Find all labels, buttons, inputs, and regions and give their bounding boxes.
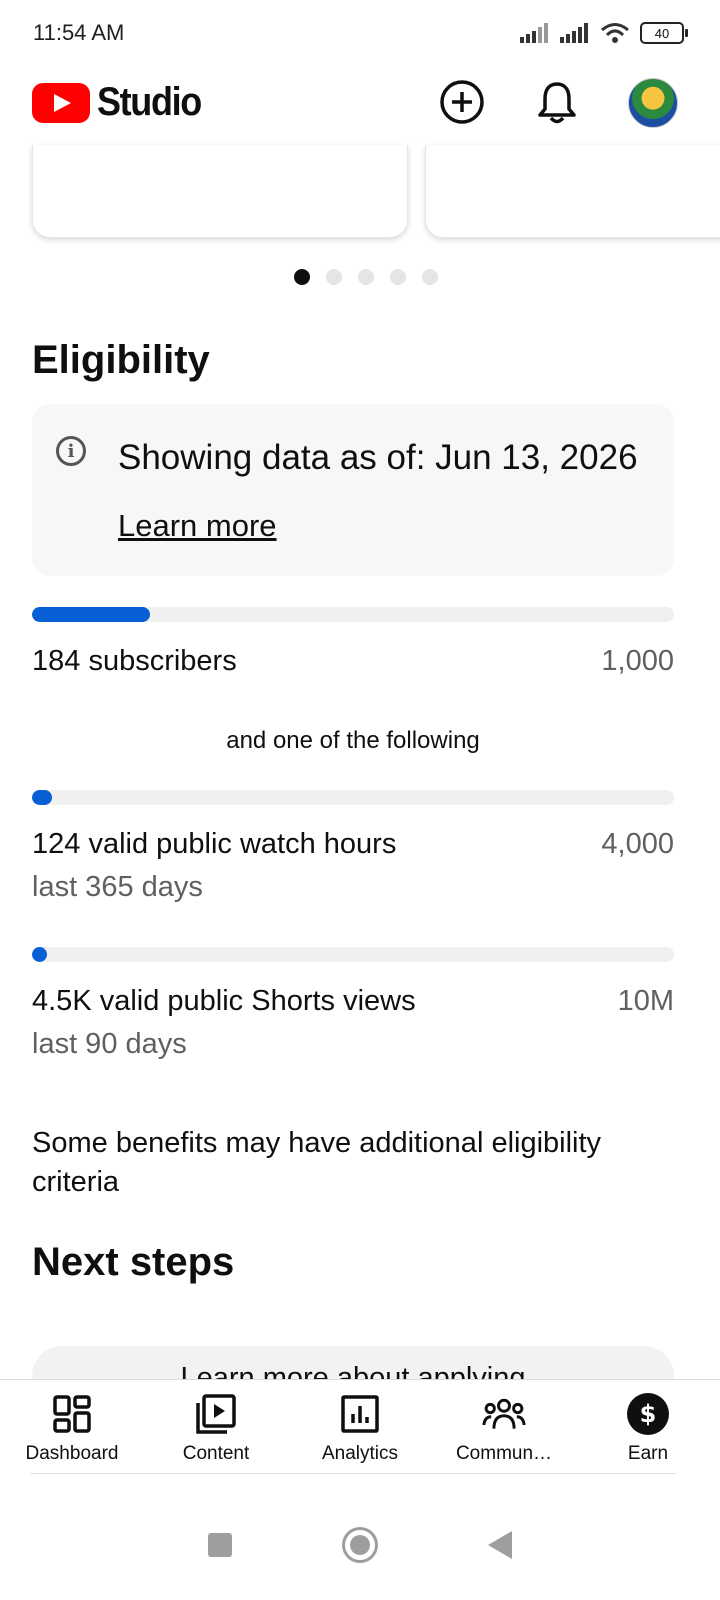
home-icon[interactable] <box>342 1527 378 1563</box>
watch-hours-period: last 365 days <box>32 871 203 903</box>
learn-more-link[interactable]: Learn more <box>118 508 277 544</box>
subscribers-goal: 1,000 <box>601 645 674 677</box>
carousel-card[interactable] <box>425 145 720 238</box>
shorts-views-period: last 90 days <box>32 1028 187 1060</box>
nav-earn[interactable]: $ Earn <box>576 1380 720 1476</box>
battery-level: 40 <box>654 25 670 41</box>
shorts-views-goal: 10M <box>617 985 674 1017</box>
subscribers-progress-bar <box>32 607 674 622</box>
nav-label: Content <box>182 1443 250 1464</box>
community-icon <box>482 1392 526 1436</box>
earn-icon: $ <box>626 1392 670 1436</box>
svg-text:$: $ <box>640 1400 657 1428</box>
nav-label: Dashboard <box>25 1443 119 1464</box>
data-date-text: Showing data as of: Jun 13, 2026 <box>118 438 638 477</box>
requirement-separator: and one of the following <box>226 727 480 754</box>
nav-label: Earn <box>627 1443 669 1464</box>
carousel-dot[interactable] <box>294 269 310 285</box>
wifi-icon <box>601 23 629 43</box>
nav-label: Commun… <box>455 1443 553 1464</box>
subscribers-progress-fill <box>32 607 151 622</box>
status-time: 11:54 AM <box>33 20 125 45</box>
subscribers-label: 184 subscribers <box>32 645 237 677</box>
back-icon[interactable] <box>488 1531 512 1559</box>
nav-community[interactable]: Commun… <box>432 1380 576 1476</box>
status-icons: 40 <box>520 22 688 44</box>
recents-icon[interactable] <box>208 1533 232 1557</box>
watch-hours-progress-fill <box>32 790 52 805</box>
signal-icon <box>560 23 588 43</box>
nav-dashboard[interactable]: Dashboard <box>0 1380 144 1476</box>
data-date-notice: i Showing data as of: Jun 13, 2026 Learn… <box>32 404 674 576</box>
signal-icon <box>520 23 548 43</box>
add-circle-icon <box>440 80 484 124</box>
youtube-logo-icon <box>32 82 90 123</box>
watch-hours-goal: 4,000 <box>601 828 674 860</box>
shorts-views-label: 4.5K valid public Shorts views <box>32 985 416 1017</box>
nav-content[interactable]: Content <box>144 1380 288 1476</box>
nav-label: Analytics <box>321 1443 399 1464</box>
watch-hours-label: 124 valid public watch hours <box>32 828 397 860</box>
watch-hours-progress-bar <box>32 790 674 805</box>
app-name: Studio <box>97 80 202 124</box>
carousel-dot[interactable] <box>390 269 406 285</box>
nav-divider <box>30 1473 676 1474</box>
system-navigation-bar <box>0 1490 720 1600</box>
carousel-card[interactable] <box>32 145 408 238</box>
analytics-icon <box>338 1392 382 1436</box>
create-button[interactable] <box>437 77 487 127</box>
info-icon: i <box>56 436 86 466</box>
next-steps-title: Next steps <box>32 1240 235 1284</box>
bell-icon <box>538 82 576 124</box>
carousel-dot[interactable] <box>326 269 342 285</box>
bottom-navigation: Dashboard Content Analytics Commun… $ Ea… <box>0 1379 720 1476</box>
content-icon <box>194 1392 238 1436</box>
carousel-dots <box>0 269 720 285</box>
eligibility-title: Eligibility <box>32 338 210 382</box>
nav-analytics[interactable]: Analytics <box>288 1380 432 1476</box>
notifications-button[interactable] <box>532 77 582 127</box>
shorts-views-progress-bar <box>32 947 674 962</box>
carousel-dot[interactable] <box>422 269 438 285</box>
avatar[interactable] <box>628 78 678 128</box>
battery-icon: 40 <box>640 22 688 44</box>
dashboard-icon <box>50 1392 94 1436</box>
youtube-studio-logo: Studio <box>32 80 212 125</box>
carousel-dot[interactable] <box>358 269 374 285</box>
shorts-views-progress-fill <box>32 947 48 962</box>
benefits-note: Some benefits may have additional eligib… <box>32 1127 602 1198</box>
